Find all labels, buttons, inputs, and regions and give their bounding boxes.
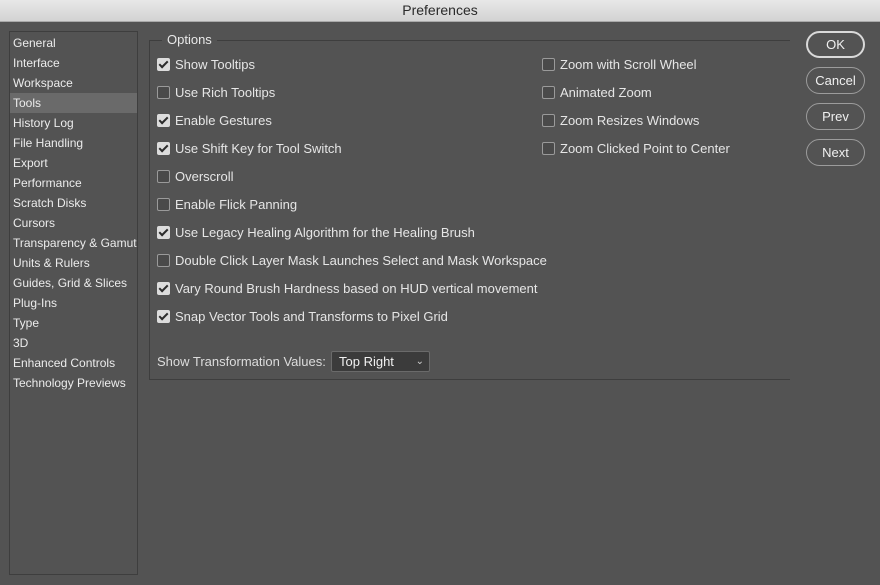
- sidebar-item-guides-grid-slices[interactable]: Guides, Grid & Slices: [10, 273, 137, 293]
- sidebar-item-transparency-gamut[interactable]: Transparency & Gamut: [10, 233, 137, 253]
- window-title: Preferences: [402, 2, 478, 18]
- checkbox-label: Enable Flick Panning: [175, 197, 298, 212]
- transformation-values-label: Show Transformation Values:: [157, 354, 326, 369]
- sidebar-list: General Interface Workspace Tools History Lo…: [10, 32, 137, 393]
- chevron-down-icon: ⌄: [415, 356, 424, 367]
- sidebar-item-units-rulers[interactable]: Units & Rulers: [10, 253, 137, 273]
- checkbox-enable-gestures[interactable]: Enable Gestures: [157, 112, 272, 130]
- checkbox-use-legacy-healing-algorithm-for-the-healing-brush[interactable]: Use Legacy Healing Algorithm for the Hea…: [157, 224, 475, 242]
- checkbox-checked-icon[interactable]: [157, 282, 170, 296]
- checkbox-label: Double Click Layer Mask Launches Select …: [175, 253, 547, 268]
- checkbox-unchecked-icon[interactable]: [157, 254, 170, 268]
- sidebar-item-interface[interactable]: Interface: [10, 53, 137, 73]
- checkbox-use-shift-key-for-tool-switch[interactable]: Use Shift Key for Tool Switch: [157, 140, 342, 158]
- checkbox-unchecked-icon[interactable]: [157, 86, 170, 100]
- checkbox-label: Zoom with Scroll Wheel: [560, 57, 697, 72]
- checkbox-label: Use Rich Tooltips: [175, 85, 276, 100]
- sidebar-item-plug-ins[interactable]: Plug-Ins: [10, 293, 137, 313]
- sidebar-item-performance[interactable]: Performance: [10, 173, 137, 193]
- checkbox-overscroll[interactable]: Overscroll: [157, 168, 234, 186]
- sidebar-item-file-handling[interactable]: File Handling: [10, 133, 137, 153]
- checkbox-zoom-with-scroll-wheel[interactable]: Zoom with Scroll Wheel: [542, 56, 697, 74]
- prev-button[interactable]: Prev: [806, 103, 865, 130]
- checkbox-animated-zoom[interactable]: Animated Zoom: [542, 84, 652, 102]
- checkbox-snap-vector-tools-and-transforms-to-pixel-grid[interactable]: Snap Vector Tools and Transforms to Pixe…: [157, 308, 448, 326]
- checkbox-unchecked-icon[interactable]: [542, 142, 555, 156]
- checkbox-label: Snap Vector Tools and Transforms to Pixe…: [175, 309, 448, 324]
- checkbox-checked-icon[interactable]: [157, 310, 170, 324]
- ok-button[interactable]: OK: [806, 31, 865, 58]
- checkbox-label: Use Shift Key for Tool Switch: [175, 141, 342, 156]
- checkbox-label: Show Tooltips: [175, 57, 255, 72]
- transformation-values-value: Top Right: [339, 354, 394, 369]
- sidebar-item-cursors[interactable]: Cursors: [10, 213, 137, 233]
- checkbox-unchecked-icon[interactable]: [542, 58, 555, 72]
- checkbox-checked-icon[interactable]: [157, 226, 170, 240]
- checkbox-label: Overscroll: [175, 169, 234, 184]
- sidebar-item-technology-previews[interactable]: Technology Previews: [10, 373, 137, 393]
- window-title-bar: Preferences: [0, 0, 880, 22]
- checkbox-zoom-resizes-windows[interactable]: Zoom Resizes Windows: [542, 112, 699, 130]
- sidebar-item-tools[interactable]: Tools: [10, 93, 137, 113]
- checkbox-vary-round-brush-hardness-based-on-hud-vertical-movement[interactable]: Vary Round Brush Hardness based on HUD v…: [157, 280, 537, 298]
- checkbox-label: Vary Round Brush Hardness based on HUD v…: [175, 281, 538, 296]
- sidebar-item-general[interactable]: General: [10, 33, 137, 53]
- checkbox-double-click-layer-mask-launches-select-and-mask-workspace[interactable]: Double Click Layer Mask Launches Select …: [157, 252, 547, 270]
- checkbox-label: Zoom Resizes Windows: [560, 113, 700, 128]
- sidebar-item-workspace[interactable]: Workspace: [10, 73, 137, 93]
- checkbox-checked-icon[interactable]: [157, 142, 170, 156]
- next-button[interactable]: Next: [806, 139, 865, 166]
- preferences-sidebar: General Interface Workspace Tools History Lo…: [9, 31, 138, 575]
- checkbox-label: Enable Gestures: [175, 113, 272, 128]
- checkbox-checked-icon[interactable]: [157, 58, 170, 72]
- checkbox-show-tooltips[interactable]: Show Tooltips: [157, 56, 255, 74]
- sidebar-item-type[interactable]: Type: [10, 313, 137, 333]
- sidebar-item-3d[interactable]: 3D: [10, 333, 137, 353]
- sidebar-item-export[interactable]: Export: [10, 153, 137, 173]
- checkbox-unchecked-icon[interactable]: [542, 86, 555, 100]
- checkbox-zoom-clicked-point-to-center[interactable]: Zoom Clicked Point to Center: [542, 140, 730, 158]
- checkbox-unchecked-icon[interactable]: [542, 114, 555, 128]
- checkbox-unchecked-icon[interactable]: [157, 198, 170, 212]
- sidebar-item-enhanced-controls[interactable]: Enhanced Controls: [10, 353, 137, 373]
- options-legend: Options: [162, 32, 217, 47]
- checkbox-unchecked-icon[interactable]: [157, 170, 170, 184]
- checkbox-label: Zoom Clicked Point to Center: [560, 141, 730, 156]
- cancel-button[interactable]: Cancel: [806, 67, 865, 94]
- checkbox-checked-icon[interactable]: [157, 114, 170, 128]
- sidebar-item-scratch-disks[interactable]: Scratch Disks: [10, 193, 137, 213]
- checkbox-label: Animated Zoom: [560, 85, 652, 100]
- sidebar-item-history-log[interactable]: History Log: [10, 113, 137, 133]
- checkbox-enable-flick-panning[interactable]: Enable Flick Panning: [157, 196, 297, 214]
- transformation-values-select[interactable]: Top Right ⌄: [331, 351, 430, 372]
- checkbox-use-rich-tooltips[interactable]: Use Rich Tooltips: [157, 84, 275, 102]
- checkbox-label: Use Legacy Healing Algorithm for the Hea…: [175, 225, 475, 240]
